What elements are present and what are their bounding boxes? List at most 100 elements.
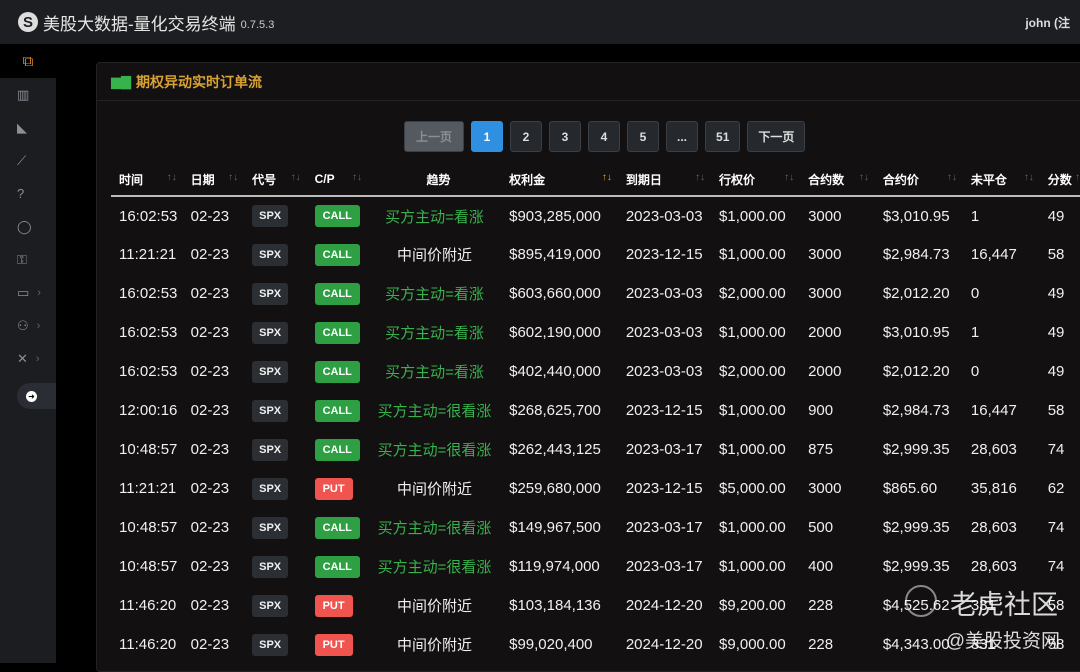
- sort-icon[interactable]: ↑↓: [291, 172, 301, 183]
- page-button-3[interactable]: 3: [549, 121, 581, 152]
- table-row[interactable]: 16:02:53 02-23 SPX CALL 买方主动=看涨 $602,190,000 2…: [111, 313, 1080, 352]
- page-button-1[interactable]: 1: [471, 121, 503, 152]
- cell-value: $2,012.20: [882, 363, 950, 380]
- table-row[interactable]: 16:02:53 02-23 SPX CALL 买方主动=看涨 $903,285,000 2…: [111, 196, 1080, 235]
- ticker-badge[interactable]: SPX: [252, 477, 289, 500]
- page-button-5[interactable]: 5: [627, 121, 659, 152]
- cell-value: 28,603: [970, 441, 1017, 458]
- ticker-badge[interactable]: SPX: [252, 205, 289, 227]
- table-row[interactable]: 12:00:16 02-23 SPX CALL 买方主动=很看涨 $268,625,700…: [111, 391, 1080, 430]
- cell-value: $903,285,000: [509, 207, 601, 225]
- sidebar-item-users[interactable]: ⚇ ›: [0, 309, 56, 342]
- cell: 3000: [800, 196, 875, 235]
- cell-value: $402,440,000: [509, 363, 601, 380]
- cell: $3,010.95: [875, 196, 963, 235]
- cell-value: 28,603: [970, 558, 1017, 575]
- table-row[interactable]: 11:46:20 02-23 SPX PUT 中间价附近 $99,020,400 2024-…: [111, 625, 1080, 664]
- cell-value: $2,984.73: [882, 246, 950, 263]
- table-row[interactable]: 16:02:53 02-23 SPX CALL 买方主动=看涨 $402,440,000 2…: [111, 352, 1080, 391]
- cell-value: 11:46:20: [119, 597, 177, 614]
- cell: SPX: [244, 196, 306, 235]
- column-header-4[interactable]: 趋势: [368, 163, 502, 197]
- sidebar-item-monitor[interactable]: ▭ ›: [0, 276, 56, 309]
- cell: $603,660,000: [501, 274, 618, 313]
- column-label: 到期日: [625, 172, 662, 187]
- cell: CALL: [307, 508, 368, 547]
- cell: SPX: [244, 235, 306, 274]
- cell: 16:02:53: [111, 313, 183, 352]
- table-row[interactable]: 11:21:21 02-23 SPX PUT 中间价附近 $259,680,000 2023…: [111, 469, 1080, 508]
- sidebar-item-chart[interactable]: ▥: [0, 78, 56, 111]
- page-button-ellipsis[interactable]: ...: [666, 121, 699, 152]
- column-header-9[interactable]: 合约价 ↑↓: [874, 163, 963, 197]
- sort-icon[interactable]: ↑↓: [352, 172, 362, 183]
- sidebar-collapse-toggle[interactable]: ➜: [17, 383, 56, 409]
- ticker-badge[interactable]: SPX: [252, 243, 289, 266]
- page-button-2[interactable]: 2: [510, 121, 542, 152]
- cell-value: $1,000.00: [719, 324, 786, 341]
- ticker-badge[interactable]: SPX: [252, 321, 289, 344]
- sidebar-item-user[interactable]: ◯: [0, 210, 56, 243]
- cell: CALL: [307, 547, 368, 586]
- sidebar-item-help[interactable]: ?: [0, 177, 56, 210]
- column-header-3[interactable]: C/P ↑↓: [306, 163, 368, 197]
- column-header-2[interactable]: 代号 ↑↓: [244, 163, 307, 197]
- sidebar-item-user-lock[interactable]: ⚿: [0, 243, 56, 276]
- cell: 1: [963, 313, 1040, 352]
- sort-icon[interactable]: ↑↓: [947, 172, 957, 183]
- sort-icon[interactable]: ↑↓: [784, 172, 794, 183]
- cell: $9,000.00: [711, 625, 800, 664]
- sort-icon[interactable]: ↑↓: [602, 172, 612, 183]
- page-button-4[interactable]: 4: [588, 121, 620, 152]
- sort-icon[interactable]: ↑↓: [695, 172, 705, 183]
- ticker-badge[interactable]: SPX: [252, 594, 289, 617]
- sidebar-item-flow[interactable]: ⧉: [0, 44, 56, 78]
- user-menu[interactable]: john (注: [1025, 14, 1070, 31]
- cell-value: 3000: [808, 285, 842, 302]
- sidebar-item-whale[interactable]: ◣: [0, 111, 56, 144]
- table-row[interactable]: 16:02:53 02-23 SPX CALL 买方主动=看涨 $603,660,000 2…: [111, 274, 1080, 313]
- ticker-badge[interactable]: SPX: [252, 633, 289, 656]
- cell: $103,184,136: [501, 586, 618, 625]
- cell: $259,680,000: [501, 469, 618, 508]
- chart-icon: ▥: [17, 86, 30, 102]
- cell: 49: [1040, 274, 1080, 313]
- column-header-11[interactable]: 分数↑↓: [1039, 163, 1080, 197]
- prev-page-button[interactable]: 上一页: [404, 121, 464, 152]
- next-page-button[interactable]: 下一页: [747, 121, 806, 152]
- sort-icon[interactable]: ↑↓: [228, 172, 238, 183]
- cell-value: 2023-03-03: [625, 207, 703, 225]
- cell: $2,000.00: [711, 274, 800, 313]
- ticker-badge[interactable]: SPX: [252, 555, 289, 578]
- page-button-51[interactable]: 51: [705, 121, 741, 152]
- sort-icon[interactable]: ↑↓: [1075, 172, 1080, 183]
- table-row[interactable]: 10:48:57 02-23 SPX CALL 买方主动=很看涨 $119,974,000…: [111, 547, 1080, 586]
- column-header-8[interactable]: 合约数 ↑↓: [800, 163, 875, 197]
- trend-text: 买方主动=看涨: [385, 286, 484, 303]
- sort-icon[interactable]: ↑↓: [1024, 172, 1034, 183]
- sidebar-item-tools[interactable]: ✕ ›: [0, 342, 56, 375]
- sidebar-item-trend[interactable]: ⟋: [0, 144, 56, 177]
- column-header-5[interactable]: 权利金 ↑↓: [501, 163, 618, 197]
- cell: SPX: [244, 274, 306, 313]
- ticker-badge[interactable]: SPX: [252, 399, 289, 422]
- cell: $2,984.73: [875, 391, 963, 430]
- cell-value: 74: [1047, 519, 1065, 536]
- cell-value: 2023-12-15: [625, 402, 703, 419]
- column-header-7[interactable]: 行权价 ↑↓: [711, 163, 801, 197]
- table-row[interactable]: 10:48:57 02-23 SPX CALL 买方主动=很看涨 $149,967,500…: [111, 508, 1080, 547]
- ticker-badge[interactable]: SPX: [252, 360, 289, 383]
- ticker-badge[interactable]: SPX: [252, 516, 289, 539]
- column-header-0[interactable]: 时间 ↑↓: [111, 163, 183, 197]
- cell: $1,000.00: [711, 235, 800, 274]
- sort-icon[interactable]: ↑↓: [859, 172, 869, 183]
- column-header-10[interactable]: 未平仓 ↑↓: [962, 163, 1040, 197]
- table-row[interactable]: 11:21:21 02-23 SPX CALL 中间价附近 $895,419,000 202…: [111, 235, 1080, 274]
- table-row[interactable]: 10:48:57 02-23 SPX CALL 买方主动=很看涨 $262,443,125…: [111, 430, 1080, 469]
- ticker-badge[interactable]: SPX: [252, 282, 289, 305]
- cell-value: 58: [1047, 246, 1065, 263]
- column-header-6[interactable]: 到期日 ↑↓: [617, 163, 712, 197]
- sort-icon[interactable]: ↑↓: [167, 172, 177, 183]
- column-header-1[interactable]: 日期 ↑↓: [182, 163, 245, 197]
- ticker-badge[interactable]: SPX: [252, 438, 289, 461]
